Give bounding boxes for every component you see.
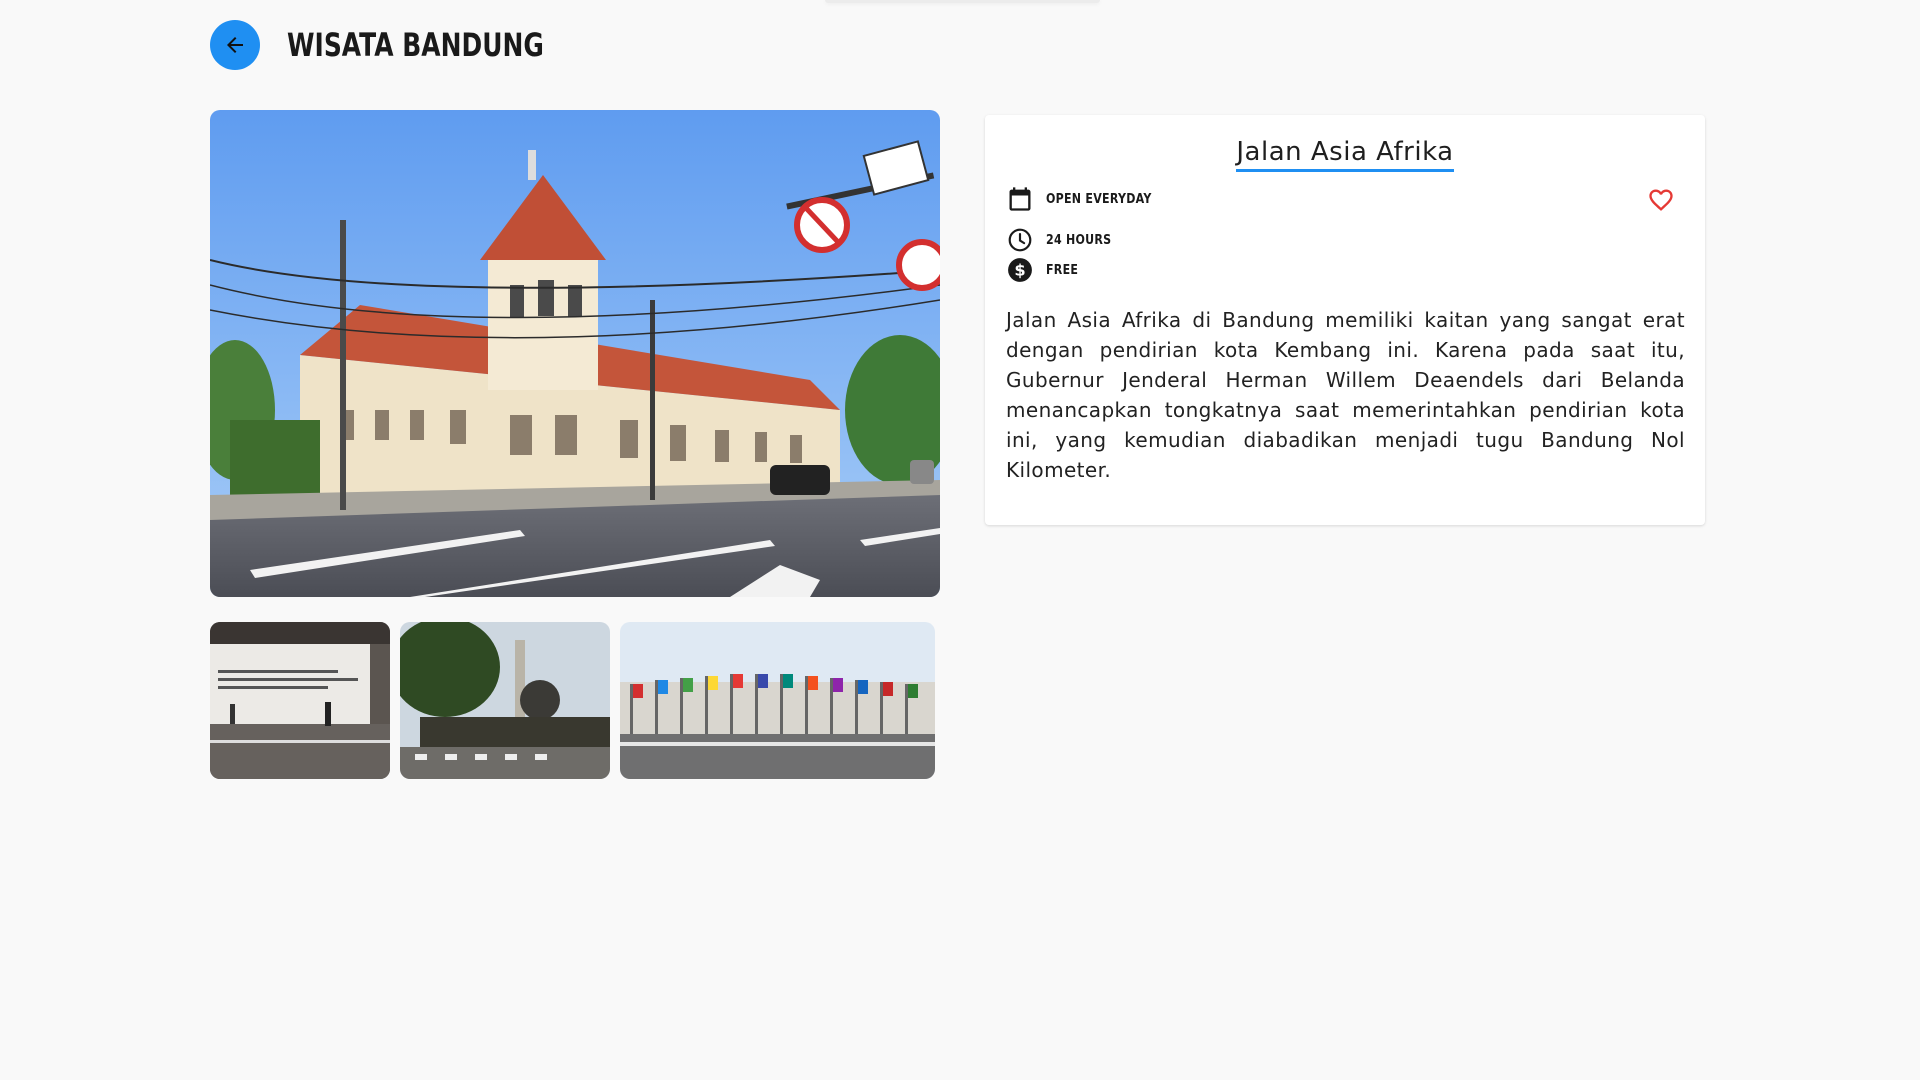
clock-icon (1006, 226, 1034, 254)
arrow-left-icon (227, 37, 243, 53)
thumbnail-photo-1[interactable] (210, 622, 390, 779)
heart-outline-icon (1649, 189, 1673, 211)
thumbnail-photo-2[interactable] (400, 622, 610, 779)
place-name: Jalan Asia Afrika (1236, 137, 1454, 172)
price-row: $ FREE (1006, 256, 1084, 284)
schedule-row: OPEN EVERYDAY (1006, 185, 1170, 213)
calendar-icon (1006, 185, 1034, 213)
place-info-card: Jalan Asia Afrika OPEN EVERYDAY 24 HOURS… (985, 115, 1705, 525)
back-button[interactable] (210, 20, 260, 70)
svg-text:$: $ (1014, 260, 1025, 279)
price-text: FREE (1046, 262, 1079, 278)
favorite-button[interactable] (1645, 184, 1677, 216)
place-description: Jalan Asia Afrika di Bandung memiliki ka… (1006, 308, 1685, 482)
page-title: WISATA BANDUNG (287, 26, 544, 64)
schedule-text: OPEN EVERYDAY (1046, 191, 1152, 207)
hours-row: 24 HOURS (1006, 226, 1123, 254)
top-edge-shadow (825, 0, 1100, 3)
hours-text: 24 HOURS (1046, 232, 1112, 248)
dollar-circle-icon: $ (1006, 256, 1034, 284)
page-header: WISATA BANDUNG (210, 20, 616, 70)
main-photo (210, 110, 940, 597)
place-title: Jalan Asia Afrika (985, 137, 1705, 172)
thumbnail-photo-3[interactable] (620, 622, 935, 779)
